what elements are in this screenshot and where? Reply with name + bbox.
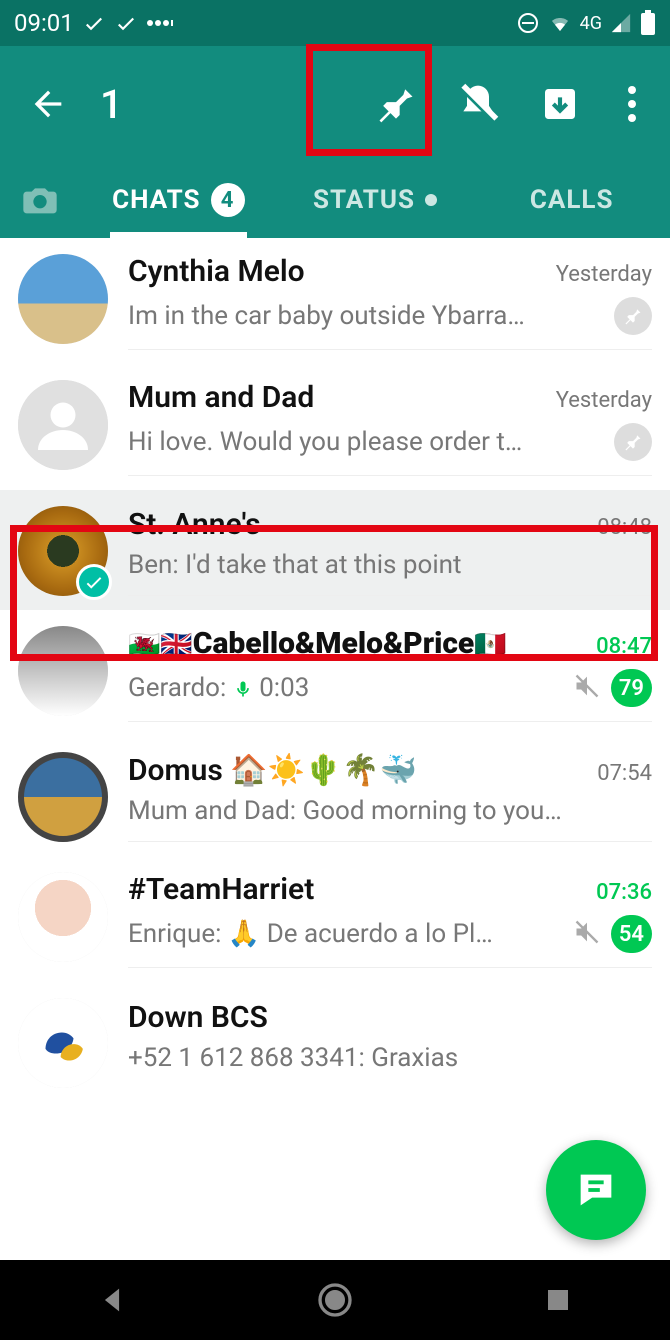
chat-time: 08:47 [596, 634, 652, 659]
chat-time: Yesterday [556, 262, 652, 287]
tab-label: CHATS [112, 185, 200, 215]
chat-name: Mum and Dad [128, 380, 314, 415]
tab-bar: CHATS 4 STATUS CALLS [0, 162, 670, 238]
chat-row[interactable]: 🏴󠁧󠁢󠁷󠁬󠁳󠁿🇬🇧Cabello&Melo&Price🇲🇽 08:47 Gera… [0, 610, 670, 736]
chat-time: 07:36 [596, 880, 652, 905]
selected-check-icon [76, 564, 112, 600]
chat-row[interactable]: Mum and Dad Yesterday Hi love. Would you… [0, 364, 670, 490]
check-icon [114, 11, 138, 35]
nav-back-button[interactable] [72, 1275, 152, 1325]
selection-actionbar: 1 [0, 46, 670, 162]
chat-preview: Im in the car baby outside Ybarra… [128, 301, 604, 331]
archive-button[interactable] [530, 74, 590, 134]
do-not-disturb-icon [516, 11, 540, 35]
chat-preview: Gerardo: 0:03 [128, 673, 563, 703]
chat-name: Domus 🏠☀️🌵🌴🐳 [128, 753, 417, 788]
mute-button[interactable] [448, 74, 508, 134]
unread-chats-badge: 4 [211, 183, 245, 217]
unread-count-badge: 79 [611, 669, 652, 707]
status-dot-icon [425, 194, 437, 206]
check-icon [82, 11, 106, 35]
tab-label: STATUS [313, 185, 415, 215]
chat-row[interactable]: Domus 🏠☀️🌵🌴🐳 07:54 Mum and Dad: Good mor… [0, 736, 670, 856]
tab-status[interactable]: STATUS [277, 162, 474, 238]
chat-name: Cynthia Melo [128, 254, 305, 289]
chat-row[interactable]: St. Anne's 08:48 Ben: I'd take that at t… [0, 490, 670, 610]
avatar[interactable] [18, 998, 108, 1088]
pinned-icon [614, 297, 652, 335]
muted-icon [573, 672, 601, 704]
avatar[interactable] [18, 872, 108, 962]
avatar[interactable] [18, 506, 108, 596]
back-button[interactable] [18, 74, 78, 134]
selection-count: 1 [100, 81, 123, 128]
more-icon [146, 18, 174, 28]
tab-chats[interactable]: CHATS 4 [80, 162, 277, 238]
muted-icon [573, 918, 601, 950]
pinned-icon [614, 423, 652, 461]
avatar[interactable] [18, 380, 108, 470]
chat-preview: Ben: I'd take that at this point [128, 550, 652, 580]
network-label: 4G [580, 13, 602, 34]
avatar[interactable] [18, 626, 108, 716]
android-navbar [0, 1260, 670, 1340]
chat-list[interactable]: Cynthia Melo Yesterday Im in the car bab… [0, 238, 670, 1260]
chat-name: 🏴󠁧󠁢󠁷󠁬󠁳󠁿🇬🇧Cabello&Melo&Price🇲🇽 [128, 626, 507, 661]
chat-preview: Mum and Dad: Good morning to you… [128, 796, 652, 826]
chat-time: Yesterday [556, 388, 652, 413]
overflow-menu-button[interactable] [612, 74, 652, 134]
camera-tab[interactable] [0, 180, 80, 220]
statusbar-clock: 09:01 [14, 9, 74, 37]
nav-recents-button[interactable] [518, 1275, 598, 1325]
chat-name: Down BCS [128, 1000, 268, 1035]
avatar[interactable] [18, 254, 108, 344]
chat-preview: Enrique: 🙏 De acuerdo a lo Pl… [128, 919, 563, 949]
chat-row[interactable]: Down BCS +52 1 612 868 3341: Graxias [0, 982, 670, 1102]
chat-time: 07:54 [597, 761, 652, 786]
android-statusbar: 09:01 4G [0, 0, 670, 46]
wifi-icon [548, 11, 572, 35]
chat-row[interactable]: Cynthia Melo Yesterday Im in the car bab… [0, 238, 670, 364]
nav-home-button[interactable] [295, 1275, 375, 1325]
chat-time: 08:48 [597, 515, 652, 540]
signal-icon [610, 12, 632, 34]
avatar[interactable] [18, 752, 108, 842]
chat-preview: +52 1 612 868 3341: Graxias [128, 1043, 652, 1073]
chat-preview: Hi love. Would you please order t… [128, 427, 604, 457]
battery-icon [640, 10, 656, 36]
chat-row[interactable]: #TeamHarriet 07:36 Enrique: 🙏 De acuerdo… [0, 856, 670, 982]
chat-name: #TeamHarriet [128, 872, 314, 907]
tab-calls[interactable]: CALLS [473, 162, 670, 238]
pin-button[interactable] [366, 74, 426, 134]
unread-count-badge: 54 [611, 915, 652, 953]
tab-label: CALLS [530, 185, 614, 215]
chat-name: St. Anne's [128, 507, 261, 542]
new-chat-fab[interactable] [546, 1140, 646, 1240]
